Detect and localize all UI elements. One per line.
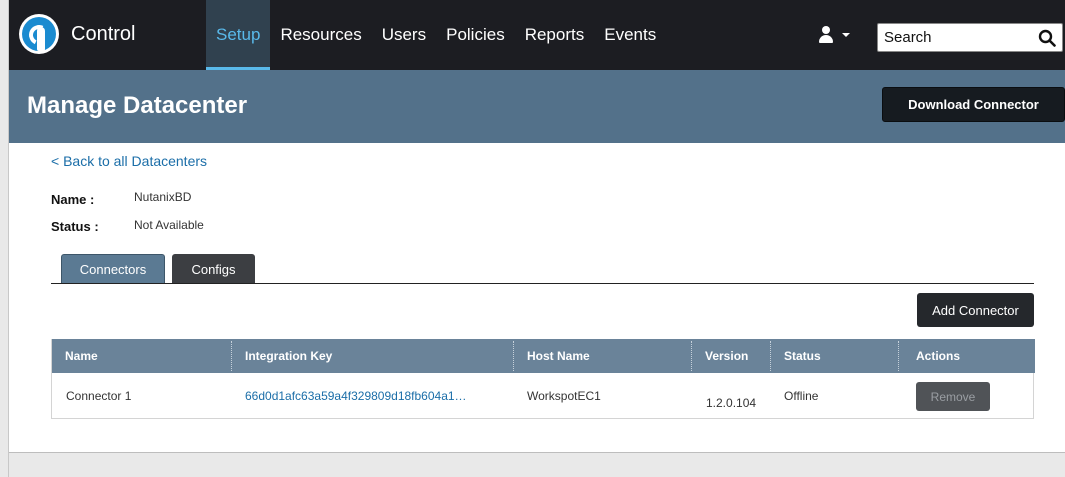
chevron-down-icon xyxy=(842,33,850,37)
tab-connectors[interactable]: Connectors xyxy=(61,254,165,284)
download-connector-button[interactable]: Download Connector xyxy=(882,87,1065,122)
nav-item-setup[interactable]: Setup xyxy=(206,0,271,70)
search-box xyxy=(877,23,1063,52)
tab-configs[interactable]: Configs xyxy=(172,254,255,284)
main-nav: Setup Resources Users Policies Reports E… xyxy=(206,0,666,70)
column-header-name[interactable]: Name xyxy=(65,339,98,373)
search-input[interactable] xyxy=(884,25,1034,50)
host-name-cell: WorkspotEC1 xyxy=(527,389,601,403)
name-label: Name : xyxy=(51,192,95,207)
add-connector-button[interactable]: Add Connector xyxy=(917,293,1034,327)
remove-button[interactable]: Remove xyxy=(916,382,990,411)
footer-area xyxy=(9,453,1065,477)
nav-item-reports[interactable]: Reports xyxy=(515,0,595,70)
column-header-integration-key[interactable]: Integration Key xyxy=(245,339,332,373)
brand[interactable]: Control xyxy=(19,14,135,54)
brand-name: Control xyxy=(71,22,136,45)
tabs-divider xyxy=(51,283,1034,284)
page-title: Manage Datacenter xyxy=(27,92,248,119)
status-label: Status : xyxy=(51,219,99,234)
table-header: Name Integration Key Host Name Version S… xyxy=(52,339,1035,373)
control-logo-icon xyxy=(19,14,59,54)
user-menu[interactable] xyxy=(817,20,850,50)
status-value: Not Available xyxy=(134,218,204,232)
integration-key-link[interactable]: 66d0d1afc63a59a4f329809d18fb604a1… xyxy=(245,389,467,403)
user-icon xyxy=(817,26,835,44)
version-cell: 1.2.0.104 xyxy=(706,396,757,410)
search-icon[interactable] xyxy=(1038,29,1056,47)
column-header-status[interactable]: Status xyxy=(784,339,821,373)
column-header-host-name[interactable]: Host Name xyxy=(527,339,590,373)
connector-name-cell: Connector 1 xyxy=(66,389,132,403)
top-navbar: Control Setup Resources Users Policies R… xyxy=(9,0,1065,70)
column-header-actions: Actions xyxy=(916,349,961,363)
name-value: NutanixBD xyxy=(134,190,192,204)
nav-item-events[interactable]: Events xyxy=(594,0,666,70)
nav-item-policies[interactable]: Policies xyxy=(436,0,515,70)
status-cell: Offline xyxy=(784,389,819,403)
nav-item-resources[interactable]: Resources xyxy=(270,0,371,70)
connectors-table: Name Integration Key Host Name Version S… xyxy=(51,339,1035,419)
column-header-version[interactable]: Version xyxy=(705,339,748,373)
nav-item-users[interactable]: Users xyxy=(372,0,436,70)
app-frame: Control Setup Resources Users Policies R… xyxy=(8,0,1065,477)
back-to-datacenters-link[interactable]: < Back to all Datacenters xyxy=(51,153,207,169)
